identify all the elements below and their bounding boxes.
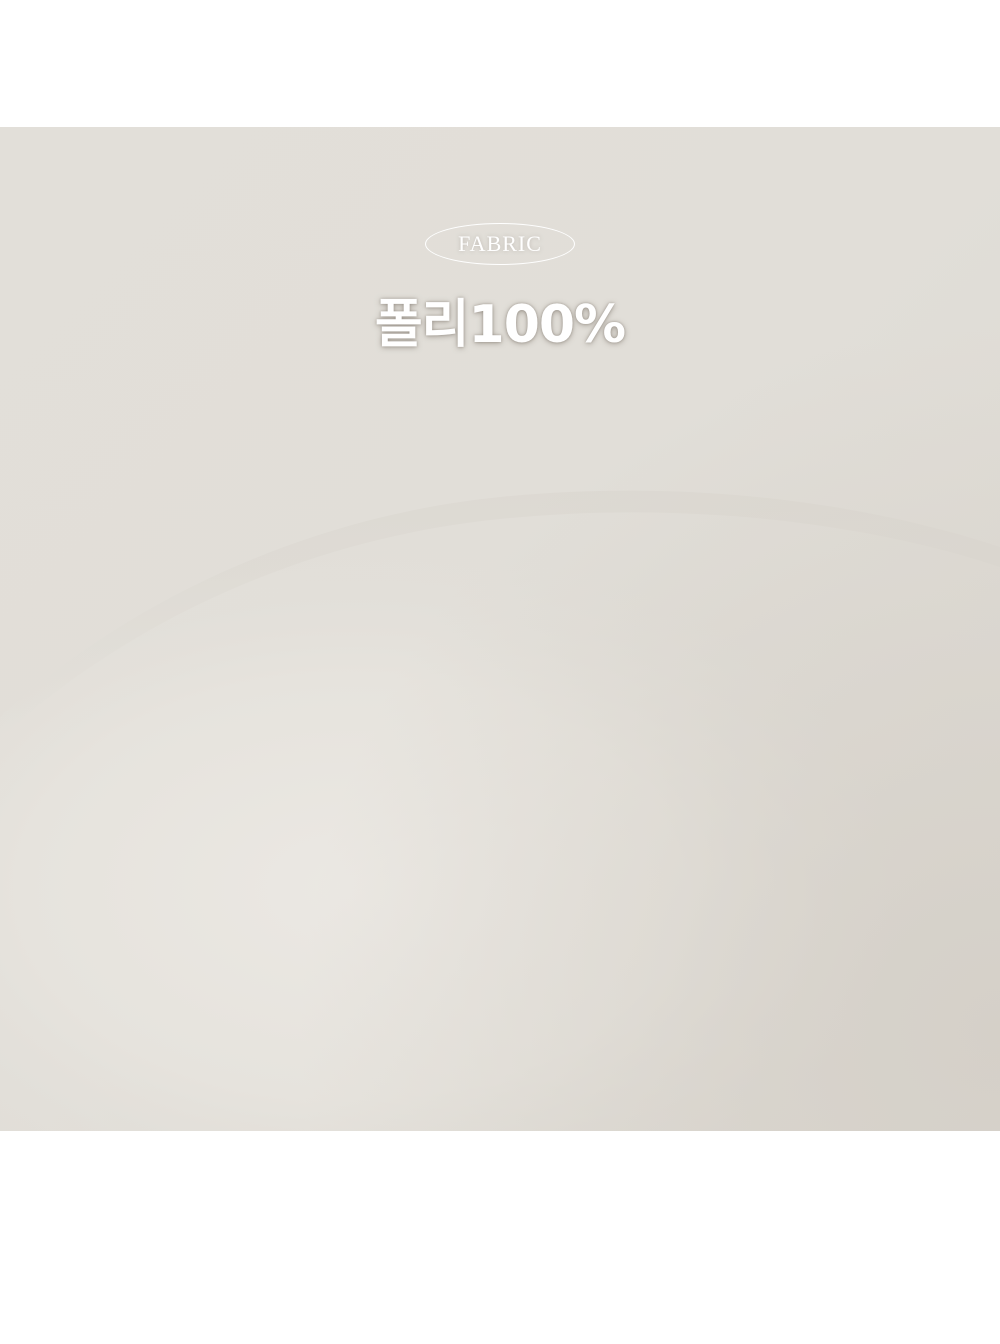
bottom-margin [0, 1131, 1000, 1344]
top-margin [0, 0, 1000, 127]
fabric-texture-graphic [0, 127, 1000, 1131]
fabric-badge: FABRIC [425, 223, 575, 265]
fabric-badge-label: FABRIC [458, 231, 542, 256]
fabric-shadow-layer [0, 127, 1000, 1131]
fabric-composition-text: 폴리100% [374, 295, 626, 355]
fabric-closeup-photo [0, 127, 1000, 1131]
